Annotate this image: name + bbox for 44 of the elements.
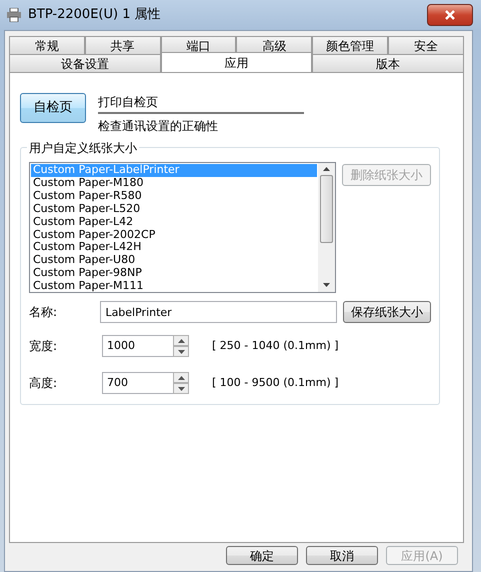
name-field[interactable]: LabelPrinter <box>100 301 338 323</box>
spin-up-icon[interactable] <box>173 335 189 346</box>
self-test-button[interactable]: 自检页 <box>20 93 86 123</box>
height-field[interactable]: 700 <box>102 372 173 394</box>
scroll-down-icon <box>322 283 330 287</box>
list-item[interactable]: Custom Paper-L520 <box>31 202 317 216</box>
range-text: [ 100 - 9500 (0.1mm) ] <box>212 374 339 391</box>
scrollbar[interactable] <box>318 163 335 292</box>
list-item[interactable]: Custom Paper-L42H <box>31 241 317 254</box>
range-text: [ 250 - 1040 (0.1mm) ] <box>212 338 339 354</box>
window-title: BTP-2200E(U) 1 属性 <box>28 6 161 24</box>
paper-list[interactable]: Custom Paper-LabelPrinter Custom Paper-M180 Custom Paper-R580 Custom Paper-L520 Custom Paper-L42 Custom Paper-2002CP Custom Paper-L42H Custom Paper-U80 Custom Paper-98NP Custom Paper-M111 <box>29 162 336 293</box>
tab[interactable]: 设备设置 <box>9 54 161 72</box>
list-item[interactable]: Custom Paper-98NP <box>31 267 317 280</box>
save-paper-button[interactable]: 保存纸张大小 <box>343 301 431 323</box>
field-label: 名称: <box>29 304 58 321</box>
tab[interactable]: 共享 <box>84 36 161 54</box>
tab[interactable]: 应用 <box>160 52 312 72</box>
group-title: 用户自定义纸张大小 <box>27 139 139 157</box>
scroll-thumb[interactable] <box>320 175 333 243</box>
scroll-up-icon <box>322 167 330 171</box>
list-item[interactable]: Custom Paper-L42 <box>31 216 317 229</box>
list-item[interactable]: Custom Paper-R580 <box>31 190 317 203</box>
width-field[interactable]: 1000 <box>102 335 173 357</box>
tab[interactable]: 颜色管理 <box>312 36 388 54</box>
dialog-button[interactable]: 确定 <box>226 546 298 565</box>
list-item[interactable]: Custom Paper-M180 <box>31 176 317 190</box>
tab[interactable]: 版本 <box>312 54 464 72</box>
tab[interactable]: 安全 <box>388 36 464 54</box>
list-item[interactable]: Custom Paper-U80 <box>31 254 317 268</box>
spin-down-icon[interactable] <box>173 383 189 394</box>
section-title: 打印自检页 <box>98 93 304 114</box>
list-item[interactable]: Custom Paper-2002CP <box>31 228 317 242</box>
printer-icon <box>6 8 22 22</box>
field-label: 宽度: <box>29 338 58 355</box>
tab[interactable]: 常规 <box>9 36 85 54</box>
field-label: 高度: <box>29 375 58 392</box>
spin-down-icon[interactable] <box>173 346 189 357</box>
list-item[interactable]: Custom Paper-M111 <box>31 280 317 292</box>
dialog-button[interactable]: 取消 <box>306 546 378 565</box>
close-icon <box>445 10 455 20</box>
spin-up-icon[interactable] <box>173 372 189 383</box>
description-text: 检查通讯设置的正确性 <box>98 118 219 135</box>
close-button[interactable] <box>427 4 473 26</box>
